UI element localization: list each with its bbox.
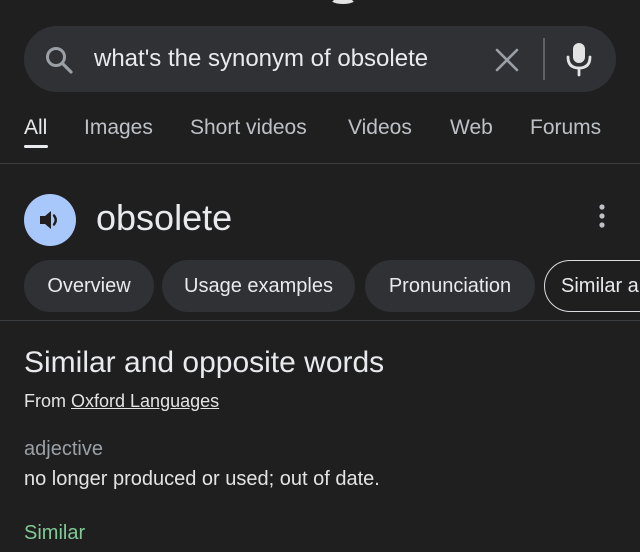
tab-forums[interactable]: Forums	[530, 116, 601, 140]
tabs-divider	[0, 163, 640, 164]
more-vertical-icon[interactable]	[592, 203, 612, 229]
search-bar-divider	[543, 38, 545, 80]
source-attribution: From Oxford Languages	[24, 389, 219, 413]
content-divider	[0, 320, 640, 321]
tab-web[interactable]: Web	[450, 116, 493, 140]
search-bar[interactable]	[24, 26, 616, 92]
search-input[interactable]	[94, 44, 494, 74]
chip-overview[interactable]: Overview	[24, 260, 154, 312]
tab-videos[interactable]: Videos	[348, 116, 412, 140]
search-tabs: All Images Short videos Videos Web Forum…	[0, 110, 640, 164]
tab-all[interactable]: All	[24, 116, 47, 140]
definition-text: no longer produced or used; out of date.	[24, 468, 380, 490]
speaker-icon	[40, 211, 57, 229]
chip-usage-examples[interactable]: Usage examples	[162, 260, 355, 312]
tab-short-videos[interactable]: Short videos	[190, 116, 307, 140]
search-results-page: All Images Short videos Videos Web Forum…	[0, 0, 640, 552]
source-prefix: From	[24, 391, 66, 411]
section-title: Similar and opposite words	[24, 346, 385, 379]
search-icon	[46, 47, 73, 74]
tab-images[interactable]: Images	[84, 116, 153, 140]
close-icon[interactable]	[492, 45, 522, 75]
google-logo-fragment	[330, 0, 356, 4]
source-link[interactable]: Oxford Languages	[71, 391, 219, 411]
pronounce-button[interactable]	[24, 194, 76, 246]
chip-pronunciation[interactable]: Pronunciation	[365, 260, 535, 312]
word-title: obsolete	[96, 197, 233, 238]
section-chips: Overview Usage examples Pronunciation Si…	[0, 260, 640, 314]
chip-similar-and-opposite[interactable]: Similar a	[544, 260, 640, 312]
similar-label: Similar	[24, 522, 86, 544]
microphone-icon[interactable]	[564, 41, 594, 77]
part-of-speech: adjective	[24, 438, 103, 460]
active-tab-indicator	[24, 145, 48, 148]
